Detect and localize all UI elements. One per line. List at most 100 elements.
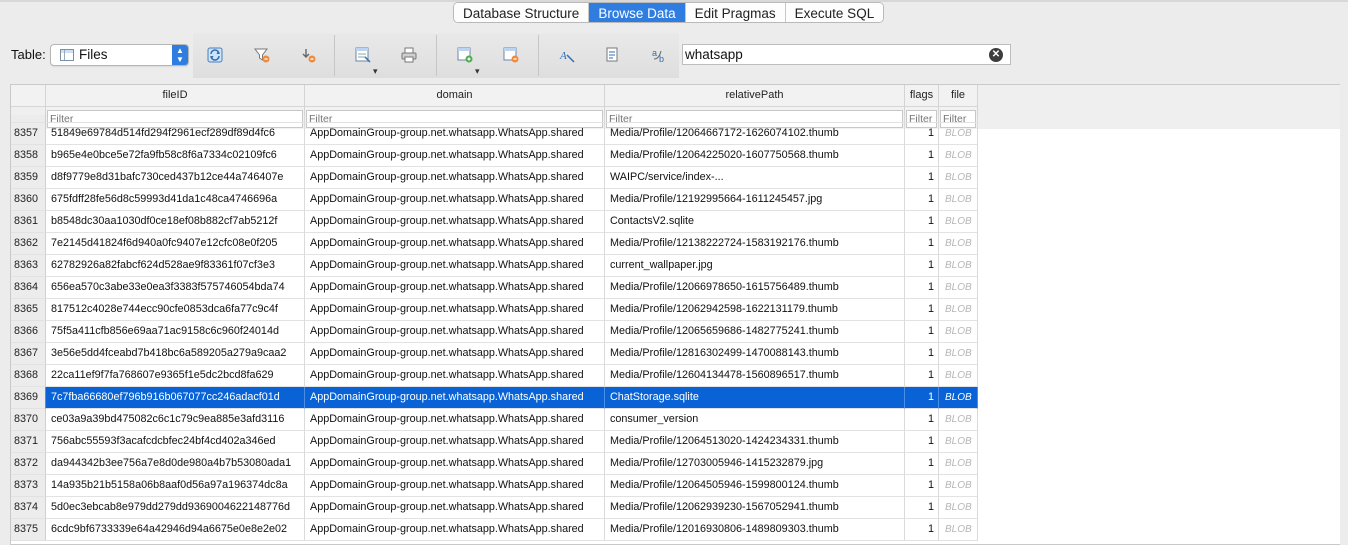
tab-browse-data[interactable]: Browse Data xyxy=(589,3,686,22)
delete-record-icon[interactable] xyxy=(499,44,523,66)
row-number-cell[interactable]: 8371 xyxy=(11,431,46,453)
row-number-cell[interactable]: 8367 xyxy=(11,343,46,365)
table-row-selected[interactable]: 8369 7c7fba66680ef796b916b067077cc246adac… xyxy=(11,387,978,409)
table-row[interactable]: 8357 51849e69784d514fd294f2961ecf289df89d… xyxy=(11,123,978,145)
cell-domain[interactable]: AppDomainGroup-group.net.whatsapp.WhatsA… xyxy=(305,387,605,409)
cell-flags[interactable]: 1 xyxy=(905,365,939,387)
find-icon[interactable]: A xyxy=(555,44,579,66)
cell-domain[interactable]: AppDomainGroup-group.net.whatsapp.WhatsA… xyxy=(305,299,605,321)
cell-relativepath[interactable]: Media/Profile/12064505946-1599800124.thu… xyxy=(605,475,905,497)
cell-fileid[interactable]: 3e56e5dd4fceabd7b418bc6a589205a279a9caa2 xyxy=(46,343,305,365)
cell-relativepath[interactable]: Media/Profile/12065659686-1482775241.thu… xyxy=(605,321,905,343)
cell-file[interactable]: BLOB xyxy=(939,519,978,541)
column-header-file[interactable]: file xyxy=(939,85,978,107)
save-table-icon[interactable] xyxy=(351,44,375,66)
grid-cell[interactable] xyxy=(939,115,978,123)
cell-file[interactable]: BLOB xyxy=(939,255,978,277)
cell-relativepath[interactable]: Media/Profile/12016930806-1489809303.thu… xyxy=(605,519,905,541)
row-number-cell[interactable]: 8363 xyxy=(11,255,46,277)
grid-cell[interactable] xyxy=(305,115,605,123)
cell-domain[interactable]: AppDomainGroup-group.net.whatsapp.WhatsA… xyxy=(305,453,605,475)
table-row-partial[interactable] xyxy=(11,115,978,123)
table-row[interactable]: 8365 817512c4028e744ecc90cfe0853dca6fa77c… xyxy=(11,299,978,321)
cell-domain[interactable]: AppDomainGroup-group.net.whatsapp.WhatsA… xyxy=(305,321,605,343)
tab-edit-pragmas[interactable]: Edit Pragmas xyxy=(685,3,786,22)
clear-filters-icon[interactable] xyxy=(250,44,274,66)
cell-fileid[interactable]: 7c7fba66680ef796b916b067077cc246adacf01d xyxy=(46,387,305,409)
chevron-down-icon[interactable]: ▾ xyxy=(475,66,480,77)
cell-relativepath[interactable]: Media/Profile/12062942598-1622131179.thu… xyxy=(605,299,905,321)
row-number-cell[interactable] xyxy=(11,115,46,123)
cell-domain[interactable]: AppDomainGroup-group.net.whatsapp.WhatsA… xyxy=(305,343,605,365)
cell-file[interactable]: BLOB xyxy=(939,431,978,453)
cell-file[interactable]: BLOB xyxy=(939,475,978,497)
cell-file[interactable]: BLOB xyxy=(939,189,978,211)
cell-fileid[interactable]: 817512c4028e744ecc90cfe0853dca6fa77c9c4f xyxy=(46,299,305,321)
column-header-relativepath[interactable]: relativePath xyxy=(605,85,905,107)
table-row[interactable]: 8359 d8f9779e8d31bafc730ced437b12ce44a746… xyxy=(11,167,978,189)
vertical-scrollbar[interactable] xyxy=(1340,84,1348,545)
cell-file[interactable]: BLOB xyxy=(939,167,978,189)
clear-sort-icon[interactable] xyxy=(297,44,321,66)
table-select[interactable]: Files ▲ ▼ xyxy=(50,44,189,66)
cell-domain[interactable]: AppDomainGroup-group.net.whatsapp.WhatsA… xyxy=(305,277,605,299)
cell-file[interactable]: BLOB xyxy=(939,453,978,475)
cell-relativepath[interactable]: Media/Profile/12816302499-1470088143.thu… xyxy=(605,343,905,365)
cell-fileid[interactable]: d8f9779e8d31bafc730ced437b12ce44a746407e xyxy=(46,167,305,189)
column-header-domain[interactable]: domain xyxy=(305,85,605,107)
cell-file[interactable]: BLOB xyxy=(939,123,978,145)
cell-flags[interactable]: 1 xyxy=(905,211,939,233)
table-row[interactable]: 8375 6cdc9bf6733339e64a42946d94a6675e0e8e… xyxy=(11,519,978,541)
cell-domain[interactable]: AppDomainGroup-group.net.whatsapp.WhatsA… xyxy=(305,233,605,255)
cell-fileid[interactable]: 22ca11ef9f7fa768607e9365f1e5dc2bcd8fa629 xyxy=(46,365,305,387)
grid-cell[interactable] xyxy=(46,115,305,123)
cell-flags[interactable]: 1 xyxy=(905,453,939,475)
cell-fileid[interactable]: 14a935b21b5158a06b8aaf0d56a97a196374dc8a xyxy=(46,475,305,497)
cell-flags[interactable]: 1 xyxy=(905,189,939,211)
cell-relativepath[interactable]: Media/Profile/12138222724-1583192176.thu… xyxy=(605,233,905,255)
cell-relativepath[interactable]: consumer_version xyxy=(605,409,905,431)
cell-fileid[interactable]: 62782926a82fabcf624d528ae9f83361f07cf3e3 xyxy=(46,255,305,277)
cell-flags[interactable]: 1 xyxy=(905,409,939,431)
table-row[interactable]: 8364 656ea570c3abe33e0ea3f3383f575746054b… xyxy=(11,277,978,299)
insert-record-icon[interactable] xyxy=(453,44,477,66)
print-icon[interactable] xyxy=(397,44,421,66)
table-row[interactable]: 8362 7e2145d41824f6d940a0fc9407e12cfc08e0… xyxy=(11,233,978,255)
cell-file[interactable]: BLOB xyxy=(939,233,978,255)
table-row[interactable]: 8374 5d0ec3ebcab8e979dd279dd9369004622148… xyxy=(11,497,978,519)
cell-fileid[interactable]: b965e4e0bce5e72fa9fb58c8f6a7334c02109fc6 xyxy=(46,145,305,167)
row-number-cell[interactable]: 8375 xyxy=(11,519,46,541)
cell-fileid[interactable]: 756abc55593f3acafcdcbfec24bf4cd402a346ed xyxy=(46,431,305,453)
table-row[interactable]: 8358 b965e4e0bce5e72fa9fb58c8f6a7334c0210… xyxy=(11,145,978,167)
cell-domain[interactable]: AppDomainGroup-group.net.whatsapp.WhatsA… xyxy=(305,409,605,431)
cell-fileid[interactable]: 7e2145d41824f6d940a0fc9407e12cfc08e0f205 xyxy=(46,233,305,255)
cell-fileid[interactable]: 75f5a411cfb856e69aa71ac9158c6c960f24014d xyxy=(46,321,305,343)
cell-flags[interactable]: 1 xyxy=(905,299,939,321)
row-number-cell[interactable]: 8374 xyxy=(11,497,46,519)
cell-file[interactable]: BLOB xyxy=(939,211,978,233)
cell-file[interactable]: BLOB xyxy=(939,343,978,365)
row-number-header[interactable] xyxy=(11,85,46,107)
row-number-cell[interactable]: 8360 xyxy=(11,189,46,211)
cell-relativepath[interactable]: Media/Profile/12703005946-1415232879.jpg xyxy=(605,453,905,475)
row-number-cell[interactable]: 8365 xyxy=(11,299,46,321)
cell-flags[interactable]: 1 xyxy=(905,233,939,255)
row-number-cell[interactable]: 8361 xyxy=(11,211,46,233)
cell-relativepath[interactable]: Media/Profile/12064225020-1607750568.thu… xyxy=(605,145,905,167)
cell-flags[interactable]: 1 xyxy=(905,123,939,145)
table-row[interactable]: 8372 da944342b3ee756a7e8d0de980a4b7b53080… xyxy=(11,453,978,475)
row-number-cell[interactable]: 8373 xyxy=(11,475,46,497)
table-row[interactable]: 8363 62782926a82fabcf624d528ae9f83361f07c… xyxy=(11,255,978,277)
cell-file[interactable]: BLOB xyxy=(939,299,978,321)
row-number-cell[interactable]: 8368 xyxy=(11,365,46,387)
cell-fileid[interactable]: 656ea570c3abe33e0ea3f3383f575746054bda74 xyxy=(46,277,305,299)
cell-fileid[interactable]: da944342b3ee756a7e8d0de980a4b7b53080ada1 xyxy=(46,453,305,475)
clear-search-icon[interactable]: ✕ xyxy=(989,48,1003,62)
table-row[interactable]: 8367 3e56e5dd4fceabd7b418bc6a589205a279a9… xyxy=(11,343,978,365)
cell-file[interactable]: BLOB xyxy=(939,277,978,299)
cell-fileid[interactable]: 5d0ec3ebcab8e979dd279dd9369004622148776d xyxy=(46,497,305,519)
cell-relativepath[interactable]: Media/Profile/12192995664-1611245457.jpg xyxy=(605,189,905,211)
row-number-cell[interactable]: 8364 xyxy=(11,277,46,299)
cell-domain[interactable]: AppDomainGroup-group.net.whatsapp.WhatsA… xyxy=(305,255,605,277)
cell-domain[interactable]: AppDomainGroup-group.net.whatsapp.WhatsA… xyxy=(305,145,605,167)
